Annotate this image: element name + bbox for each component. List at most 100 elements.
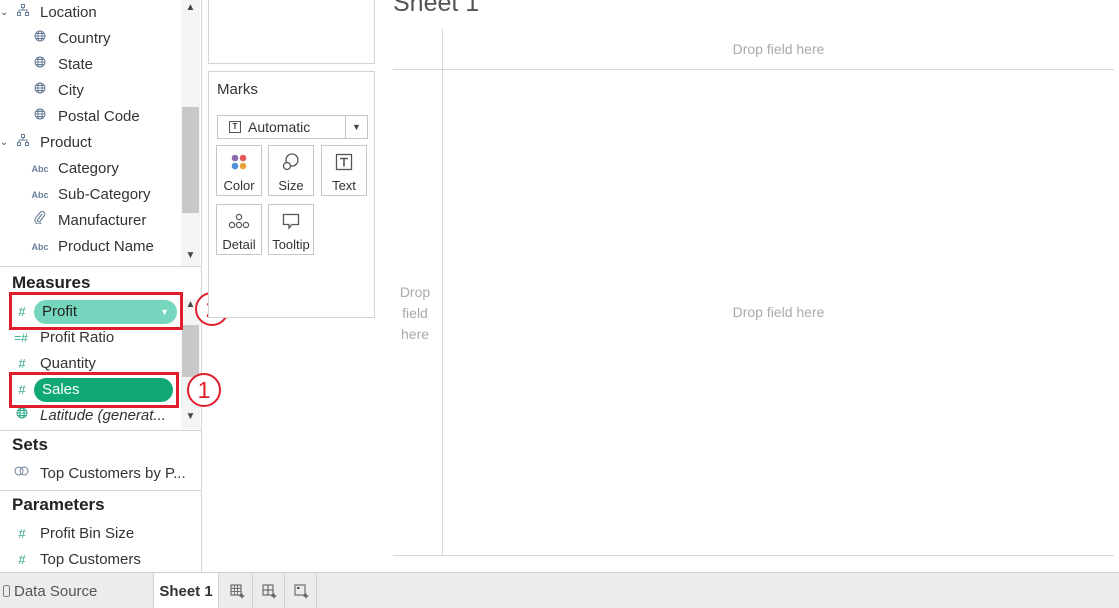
text-mark-icon: T [229,121,241,133]
sheet-tab-bar: Data Source Sheet 1 [0,572,1119,608]
field-manufacturer[interactable]: Manufacturer [0,208,180,234]
hierarchy-location[interactable]: ⌄ Location [0,0,180,26]
scrollbar-thumb[interactable] [182,107,199,213]
field-category[interactable]: Abc Category [0,156,180,182]
column-header-divider [393,69,1114,70]
tab-label: Data Source [14,583,98,600]
callout-1: 1 [187,373,221,407]
size-icon [269,152,313,172]
field-label: Category [58,160,119,177]
sheet-title: Sheet 1 [393,0,480,17]
drop-zone-view[interactable]: Drop field here [443,304,1114,320]
highlight-box-profit [9,292,183,330]
new-story-button[interactable] [286,573,317,608]
field-label: City [58,82,84,99]
field-state[interactable]: State [0,52,180,78]
text-button[interactable]: Text [321,145,367,196]
hierarchy-icon [15,0,31,26]
field-label: Country [58,30,111,47]
dimensions-list: ⌄ Location Country State City Postal Cod… [0,0,180,266]
color-button[interactable]: Color [216,145,262,196]
view-area: Drop field here Drop field here Drop fie… [393,29,1114,556]
paperclip-icon [32,208,48,234]
row-header-divider [442,29,443,556]
divider [0,430,201,431]
field-sub-category[interactable]: Abc Sub-Category [0,182,180,208]
tab-label: Sheet 1 [159,583,213,600]
field-country[interactable]: Country [0,26,180,52]
sets-header: Sets [0,432,201,458]
parameter-icon: # [18,526,26,541]
globe-icon [32,26,48,52]
new-worksheet-button[interactable] [222,573,253,608]
marks-title: Marks [217,81,258,98]
color-icon [217,152,261,172]
scrollbar-thumb[interactable] [182,325,199,377]
new-story-icon [294,584,310,604]
field-label: Top Customers [40,551,141,568]
chevron-down-icon[interactable]: ▼ [345,116,367,138]
mark-type-dropdown[interactable]: T Automatic ▼ [217,115,368,139]
field-label: Top Customers by P... [40,465,186,482]
parameter-icon: # [18,552,26,567]
parameters-header: Parameters [0,492,201,518]
scroll-down-icon[interactable]: ▼ [181,250,200,261]
marks-card: Marks T Automatic ▼ Color Size Text Deta… [208,71,375,318]
hierarchy-product[interactable]: ⌄ Product [0,130,180,156]
scroll-up-icon[interactable]: ▲ [181,2,200,13]
pages-shelf[interactable] [208,0,375,64]
tableau-workspace: ⌄ Location Country State City Postal Cod… [0,0,1119,608]
hierarchy-label: Product [40,134,92,151]
divider [0,266,201,267]
new-dashboard-icon [262,584,278,604]
size-button[interactable]: Size [268,145,314,196]
globe-icon [32,78,48,104]
button-label: Color [223,178,255,193]
view-bottom-border [393,555,1114,556]
button-label: Tooltip [272,237,310,252]
button-label: Text [332,178,356,193]
data-source-tab[interactable]: Data Source [0,573,152,608]
globe-icon [32,104,48,130]
field-label: State [58,56,94,73]
divider [0,490,201,491]
hierarchy-icon [15,130,31,156]
field-label: Product Name [58,238,154,255]
database-icon [3,585,10,597]
button-label: Detail [222,237,256,252]
abc-icon: Abc [31,190,49,200]
new-dashboard-button[interactable] [254,573,285,608]
abc-icon: Abc [31,164,49,174]
button-label: Size [278,178,304,193]
highlight-box-sales [9,372,179,408]
field-postal-code[interactable]: Postal Code [0,104,180,130]
chevron-down-icon[interactable]: ⌄ [0,130,10,156]
drop-zone-columns[interactable]: Drop field here [443,41,1114,57]
set-icon [13,461,29,487]
set-top-customers[interactable]: Top Customers by P... [0,461,201,487]
tooltip-icon [269,211,313,231]
abc-icon: Abc [31,242,49,252]
parameter-profit-bin-size[interactable]: # Profit Bin Size [0,521,180,547]
chevron-down-icon[interactable]: ⌄ [0,0,10,26]
field-label: Sub-Category [58,186,151,203]
text-icon [322,152,366,172]
field-city[interactable]: City [0,78,180,104]
detail-icon [217,211,261,231]
field-label: Postal Code [58,108,140,125]
new-worksheet-icon [230,584,246,604]
field-label: Manufacturer [58,212,147,229]
globe-icon [32,52,48,78]
detail-button[interactable]: Detail [216,204,262,255]
scroll-down-icon[interactable]: ▼ [181,411,200,422]
drop-zone-rows[interactable]: Drop field here [393,282,437,345]
mark-type-label: Automatic [248,119,311,135]
sheet-1-tab[interactable]: Sheet 1 [153,573,219,608]
field-product-name[interactable]: Abc Product Name [0,234,180,260]
tooltip-button[interactable]: Tooltip [268,204,314,255]
hierarchy-label: Location [40,4,97,21]
dimensions-scrollbar[interactable]: ▲ ▼ [181,0,200,266]
field-label: Profit Bin Size [40,525,135,542]
parameter-top-customers[interactable]: # Top Customers [0,547,180,573]
data-pane: ⌄ Location Country State City Postal Cod… [0,0,202,572]
